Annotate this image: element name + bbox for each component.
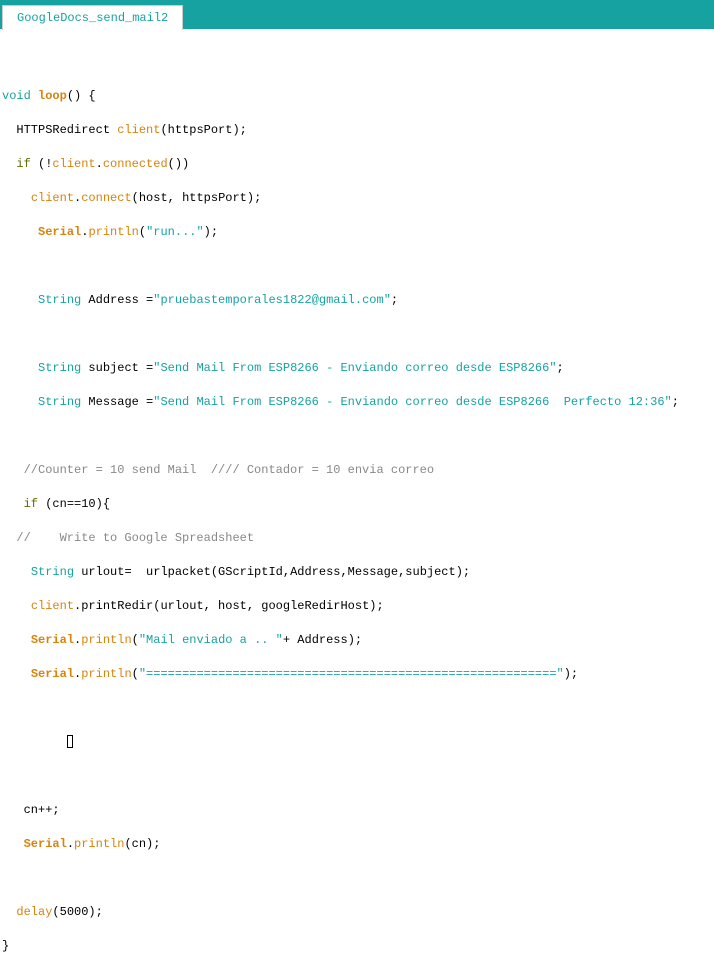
keyword-if: if — [24, 497, 38, 511]
keyword-string: String — [38, 395, 81, 409]
code-line: Serial.println("========================… — [2, 666, 712, 683]
method-connected: connected — [103, 157, 168, 171]
code-line — [2, 428, 712, 445]
code-line: String Address ="pruebastemporales1822@g… — [2, 292, 712, 309]
code-line: //Counter = 10 send Mail //// Contador =… — [2, 462, 712, 479]
string-literal: "run..." — [146, 225, 204, 239]
code-line: delay(5000); — [2, 904, 712, 921]
code-line — [2, 700, 712, 717]
func-delay: delay — [16, 905, 52, 919]
ident-serial: Serial — [31, 633, 74, 647]
ident-client: client — [117, 123, 160, 137]
method-println: println — [81, 667, 131, 681]
ident-serial: Serial — [38, 225, 81, 239]
string-literal: "=======================================… — [139, 667, 564, 681]
code-line: } — [2, 938, 712, 955]
code-line: String urlout= urlpacket(GScriptId,Addre… — [2, 564, 712, 581]
ident-client: client — [31, 599, 74, 613]
method-println: println — [88, 225, 138, 239]
code-line — [2, 734, 712, 751]
code-line: Serial.println("run..."); — [2, 224, 712, 241]
code-line — [2, 54, 712, 71]
code-line: Serial.println(cn); — [2, 836, 712, 853]
string-literal: "pruebastemporales1822@gmail.com" — [153, 293, 391, 307]
code-line: HTTPSRedirect client(httpsPort); — [2, 122, 712, 139]
code-line: if (cn==10){ — [2, 496, 712, 513]
code-line: client.connect(host, httpsPort); — [2, 190, 712, 207]
string-literal: "Mail enviado a .. " — [139, 633, 283, 647]
code-line: if (!client.connected()) — [2, 156, 712, 173]
code-line: String Message ="Send Mail From ESP8266 … — [2, 394, 712, 411]
string-literal: "Send Mail From ESP8266 - Enviando corre… — [153, 361, 556, 375]
code-line: // Write to Google Spreadsheet — [2, 530, 712, 547]
ident-serial: Serial — [24, 837, 67, 851]
keyword-loop: loop — [38, 89, 67, 103]
code-line: String subject ="Send Mail From ESP8266 … — [2, 360, 712, 377]
method-println: println — [74, 837, 124, 851]
code-line — [2, 326, 712, 343]
code-line: client.printRedir(urlout, host, googleRe… — [2, 598, 712, 615]
code-line — [2, 870, 712, 887]
code-line: cn++; — [2, 802, 712, 819]
ident-serial: Serial — [31, 667, 74, 681]
code-editor[interactable]: void loop() { HTTPSRedirect client(https… — [0, 29, 714, 980]
keyword-string: String — [31, 565, 74, 579]
keyword-string: String — [38, 293, 81, 307]
ident-client: client — [52, 157, 95, 171]
code-line — [2, 768, 712, 785]
tab-bar: GoogleDocs_send_mail2 — [0, 0, 714, 29]
comment: // Write to Google Spreadsheet — [2, 531, 254, 545]
code-line: void loop() { — [2, 88, 712, 105]
keyword-void: void — [2, 89, 31, 103]
code-line: Serial.println("Mail enviado a .. "+ Add… — [2, 632, 712, 649]
ident-client: client — [31, 191, 74, 205]
method-connect: connect — [81, 191, 131, 205]
tab-active[interactable]: GoogleDocs_send_mail2 — [2, 5, 183, 30]
method-println: println — [81, 633, 131, 647]
comment: //Counter = 10 send Mail //// Contador =… — [2, 463, 434, 477]
keyword-if: if — [16, 157, 30, 171]
code-line — [2, 258, 712, 275]
string-literal: "Send Mail From ESP8266 - Enviando corre… — [153, 395, 671, 409]
cursor — [67, 735, 73, 748]
keyword-string: String — [38, 361, 81, 375]
